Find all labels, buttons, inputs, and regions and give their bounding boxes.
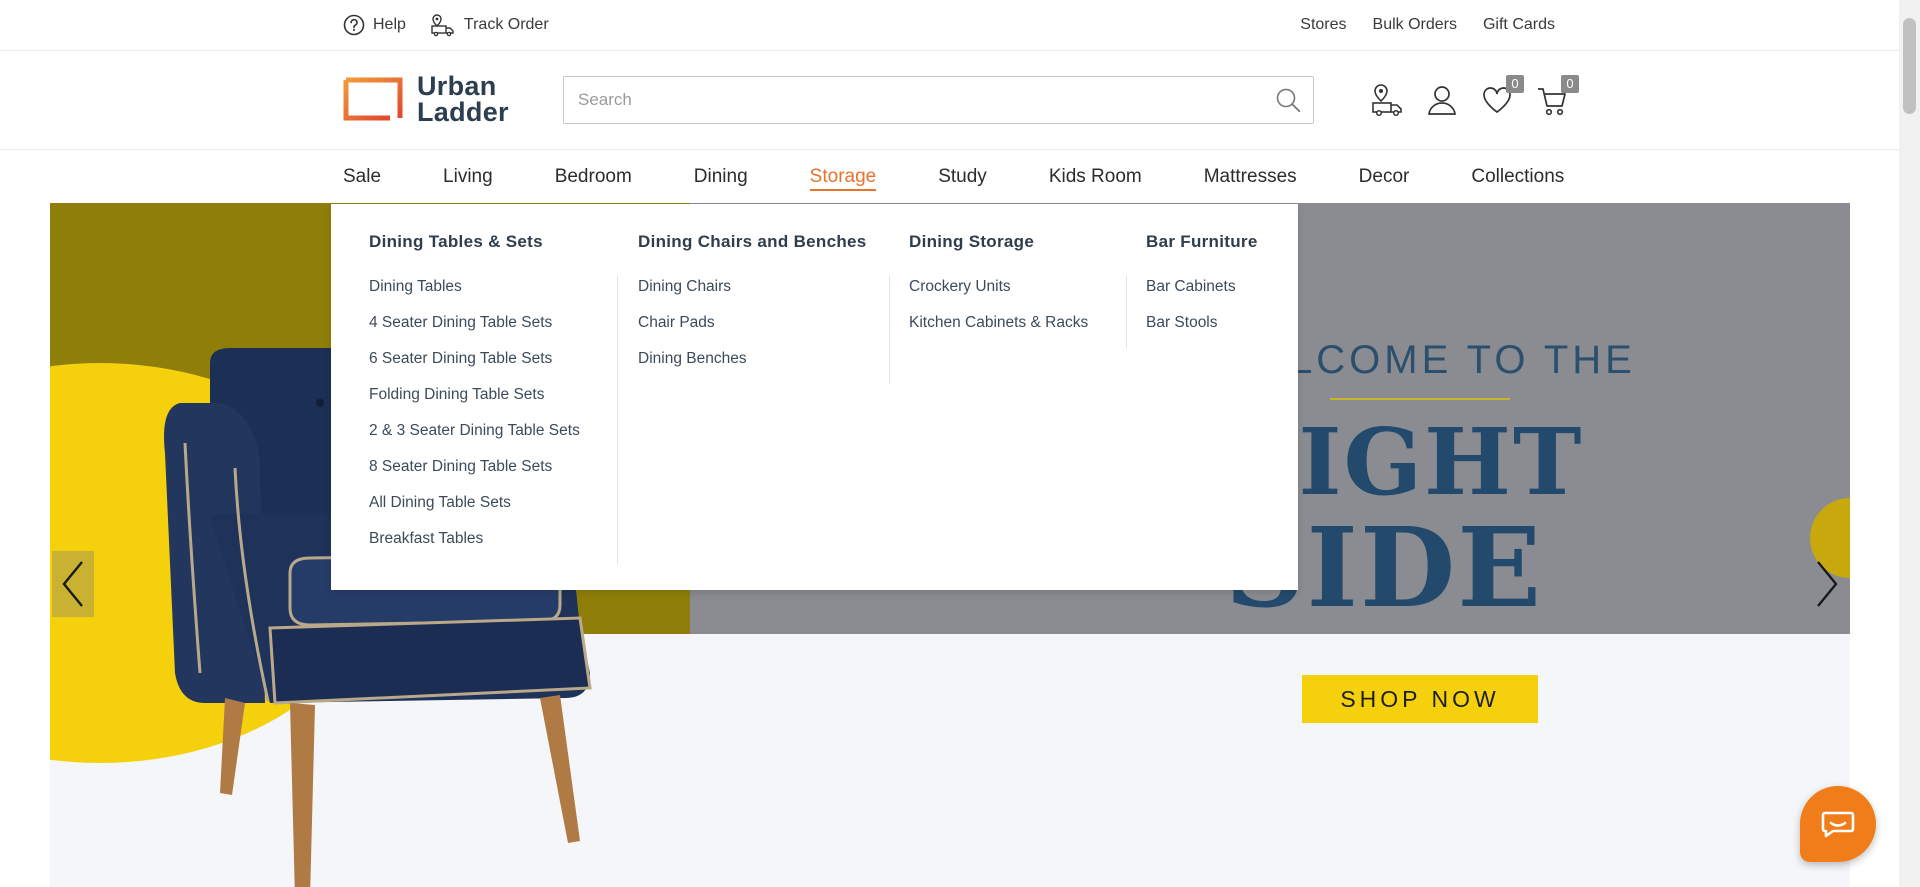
nav-item-dining[interactable]: Dining [694, 150, 748, 203]
cart-count-badge: 0 [1561, 75, 1579, 93]
menu-link[interactable]: Kitchen Cabinets & Racks [909, 312, 1106, 348]
menu-link[interactable]: 8 Seater Dining Table Sets [369, 456, 597, 492]
menu-column-bar-furniture: Bar Furniture Bar Cabinets Bar Stools [1146, 232, 1286, 348]
menu-column-dining-chairs: Dining Chairs and Benches Dining Chairs … [638, 232, 890, 384]
track-order-label: Track Order [463, 16, 549, 33]
carousel-prev-button[interactable] [52, 551, 94, 617]
scrollbar-thumb[interactable] [1903, 18, 1916, 114]
menu-column-title[interactable]: Dining Chairs and Benches [638, 232, 890, 256]
hero-welcome-text: LCOME TO THE [1290, 338, 1636, 382]
search-input[interactable] [564, 77, 1244, 123]
shop-now-button[interactable]: SHOP NOW [1302, 675, 1538, 723]
cart-button[interactable]: 0 [1535, 75, 1579, 119]
carousel-next-button[interactable] [1806, 551, 1848, 617]
track-order-link[interactable]: Track Order [430, 13, 549, 37]
menu-link[interactable]: Crockery Units [909, 276, 1106, 312]
wishlist-count-badge: 0 [1506, 75, 1524, 93]
nav-item-sale[interactable]: Sale [343, 150, 381, 203]
nav-item-living[interactable]: Living [443, 150, 493, 203]
nav-item-bedroom[interactable]: Bedroom [555, 150, 632, 203]
logo-mark-icon [343, 77, 403, 121]
help-circle-icon [343, 14, 365, 36]
menu-column-title[interactable]: Dining Tables & Sets [369, 232, 618, 256]
nav-item-study[interactable]: Study [938, 150, 987, 203]
chevron-right-icon [1817, 561, 1838, 607]
menu-link[interactable]: 6 Seater Dining Table Sets [369, 348, 597, 384]
nav-item-kids-room[interactable]: Kids Room [1049, 150, 1142, 203]
account-button[interactable] [1425, 81, 1459, 119]
storage-mega-menu: Dining Tables & Sets Dining Tables 4 Sea… [331, 204, 1298, 590]
help-label: Help [373, 16, 406, 33]
stores-link[interactable]: Stores [1300, 16, 1346, 34]
logo-line-1: Urban [417, 71, 497, 101]
top-utility-bar: Help Track Order Stores Bulk Orders Gift… [0, 0, 1899, 51]
menu-link-list: Dining Tables 4 Seater Dining Table Sets… [369, 276, 618, 564]
top-bar-right: Stores Bulk Orders Gift Cards [1300, 0, 1555, 50]
menu-link[interactable]: 2 & 3 Seater Dining Table Sets [369, 420, 597, 456]
chat-widget-button[interactable] [1800, 786, 1876, 862]
menu-link[interactable]: Chair Pads [638, 312, 869, 348]
menu-link[interactable]: Dining Chairs [638, 276, 869, 312]
top-bar-left: Help Track Order [343, 0, 549, 50]
menu-link[interactable]: Bar Cabinets [1146, 276, 1266, 312]
nav-item-collections[interactable]: Collections [1471, 150, 1564, 203]
chat-bubble-icon [1821, 811, 1855, 838]
menu-link-list: Dining Chairs Chair Pads Dining Benches [638, 276, 890, 384]
menu-link[interactable]: Folding Dining Table Sets [369, 384, 597, 420]
menu-link[interactable]: 4 Seater Dining Table Sets [369, 312, 597, 348]
chevron-left-icon [62, 561, 83, 607]
main-header: Urban Ladder 0 0 [0, 51, 1899, 150]
menu-column-title[interactable]: Dining Storage [909, 232, 1127, 256]
menu-link[interactable]: Dining Tables [369, 276, 597, 312]
menu-link[interactable]: All Dining Table Sets [369, 492, 597, 528]
nav-item-mattresses[interactable]: Mattresses [1204, 150, 1297, 203]
wishlist-button[interactable]: 0 [1480, 75, 1524, 119]
store-locator-icon [1372, 84, 1402, 117]
nav-item-decor[interactable]: Decor [1359, 150, 1410, 203]
bulk-orders-link[interactable]: Bulk Orders [1373, 16, 1457, 34]
menu-column-title[interactable]: Bar Furniture [1146, 232, 1286, 256]
menu-column-dining-tables: Dining Tables & Sets Dining Tables 4 Sea… [369, 232, 618, 564]
hero-welcome-underline [1330, 398, 1510, 400]
gift-cards-link[interactable]: Gift Cards [1483, 16, 1555, 34]
menu-link-list: Crockery Units Kitchen Cabinets & Racks [909, 276, 1127, 348]
menu-link[interactable]: Bar Stools [1146, 312, 1266, 348]
page-scrollbar[interactable] [1899, 0, 1920, 887]
help-link[interactable]: Help [343, 14, 406, 36]
user-icon [1428, 86, 1456, 115]
menu-link-list: Bar Cabinets Bar Stools [1146, 276, 1286, 348]
track-order-icon [431, 14, 454, 37]
logo-wordmark: Urban Ladder [417, 71, 509, 127]
store-locator-button[interactable] [1370, 81, 1404, 119]
menu-column-dining-storage: Dining Storage Crockery Units Kitchen Ca… [909, 232, 1127, 348]
header-icons: 0 0 [1370, 75, 1579, 119]
nav-item-storage[interactable]: Storage [809, 150, 876, 203]
category-nav-list: Sale Living Bedroom Dining Storage Study… [343, 150, 1626, 203]
category-nav: Sale Living Bedroom Dining Storage Study… [0, 150, 1899, 203]
search-box [563, 76, 1314, 124]
brand-logo[interactable]: Urban Ladder [343, 71, 509, 127]
menu-link[interactable]: Breakfast Tables [369, 528, 597, 564]
logo-line-2: Ladder [417, 97, 509, 127]
search-icon[interactable] [1275, 87, 1301, 113]
menu-link[interactable]: Dining Benches [638, 348, 869, 384]
